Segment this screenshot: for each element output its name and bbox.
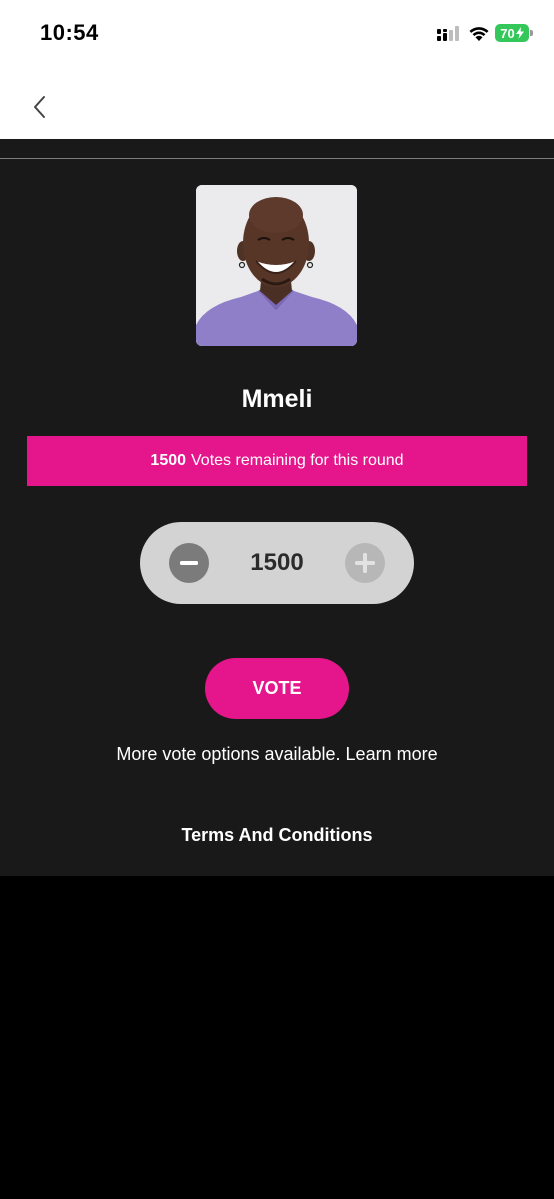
back-button[interactable] [24,90,54,124]
screen: 10:54 70 Mmeli 1500 Votes remaining for … [0,0,554,1199]
learn-more-link[interactable]: Learn more [346,744,438,764]
votes-remaining-text: Votes remaining for this round [191,452,404,469]
cellular-signal-icon [437,26,459,41]
increment-button[interactable] [345,543,385,583]
battery-level: 70 [500,25,515,41]
minus-icon [180,561,198,565]
vote-quantity-value[interactable]: 1500 [220,522,334,604]
decrement-button[interactable] [169,543,209,583]
more-vote-options: More vote options available. Learn more [0,744,554,765]
status-time: 10:54 [40,20,99,45]
nav-bar [0,66,554,139]
plus-icon [355,553,375,573]
status-bar: 10:54 70 [0,0,554,66]
terms-and-conditions-link[interactable]: Terms And Conditions [0,825,554,846]
divider [0,158,554,159]
chevron-left-icon [34,96,45,118]
votes-remaining-banner: 1500 Votes remaining for this round [27,436,527,486]
votes-remaining-count: 1500 [150,452,187,469]
vote-quantity-stepper: 1500 [140,522,414,604]
wifi-icon [469,27,489,41]
contestant-name: Mmeli [241,385,313,413]
battery-charging-icon: 70 [495,24,529,42]
vote-button[interactable]: VOTE [205,658,349,719]
bolt-icon [515,27,524,39]
contestant-photo [196,185,357,346]
more-options-text: More vote options available. [116,744,341,764]
vote-panel: Mmeli 1500 Votes remaining for this roun… [0,139,554,876]
battery-cap [530,30,533,36]
